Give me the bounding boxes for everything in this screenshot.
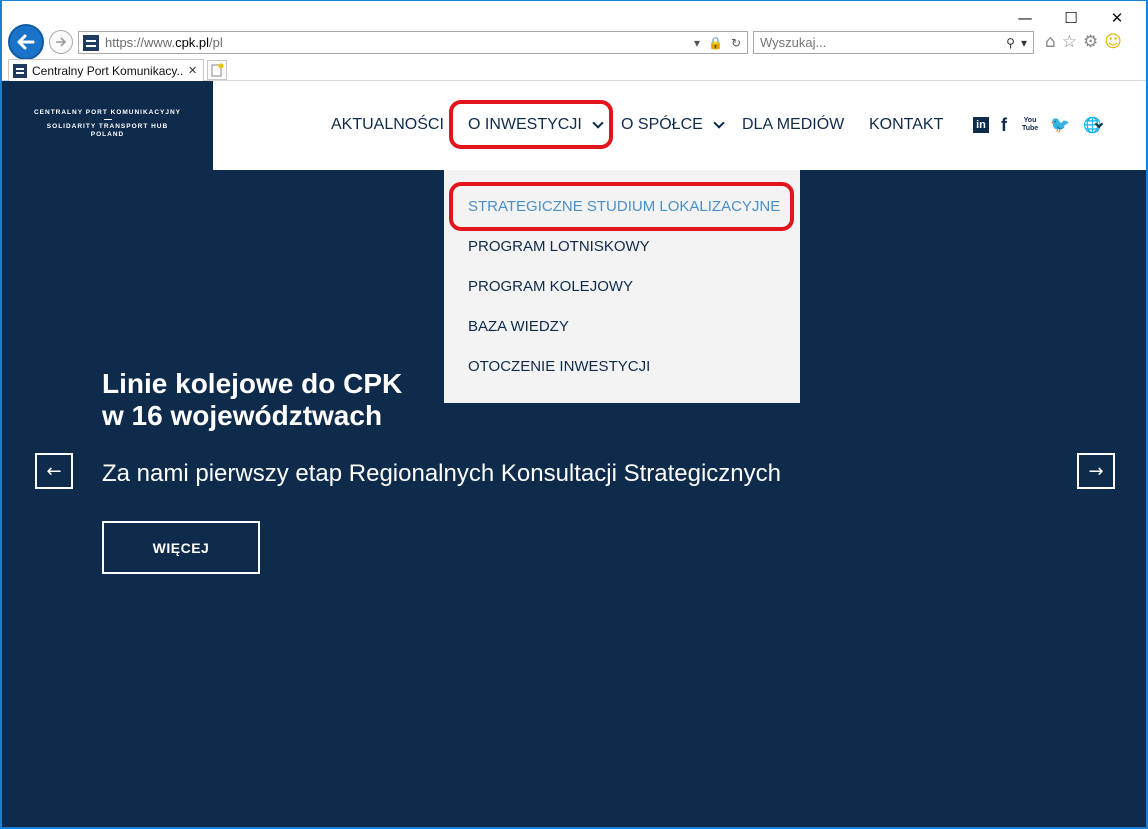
back-arrow-icon: [17, 34, 35, 50]
tab-cpk[interactable]: Centralny Port Komunikacy... ✕: [8, 59, 204, 81]
web-page: CENTRALNY PORT KOMUNIKACYJNY SOLIDARITY …: [2, 81, 1146, 827]
arrow-right-icon: →: [1088, 460, 1104, 482]
arrow-left-icon: ←: [46, 460, 62, 482]
slider-next-button[interactable]: →: [1077, 453, 1115, 489]
new-tab-button[interactable]: [207, 60, 227, 80]
forward-arrow-icon: [56, 37, 67, 47]
tab-title: Centralny Port Komunikacy...: [32, 63, 184, 78]
search-input[interactable]: [760, 35, 980, 50]
menu-contact[interactable]: KONTAKT: [869, 116, 943, 134]
site-logo[interactable]: CENTRALNY PORT KOMUNIKACYJNY SOLIDARITY …: [2, 81, 213, 170]
hero-subtitle: Za nami pierwszy etap Regionalnych Konsu…: [102, 460, 781, 487]
dropdown-arrow-icon[interactable]: ▾: [694, 36, 700, 50]
lock-icon[interactable]: 🔒: [708, 36, 723, 50]
toolbar-icons: ⌂ ☆ ⚙ ☺: [1045, 32, 1122, 52]
dropdown-item-airport-program[interactable]: PROGRAM LOTNISKOWY: [468, 238, 650, 255]
youtube-icon[interactable]: You Tube: [1022, 117, 1038, 133]
back-button[interactable]: [8, 24, 44, 60]
search-box[interactable]: ⚲ ▾: [753, 31, 1034, 54]
facebook-icon[interactable]: f: [1001, 115, 1007, 136]
site-favicon-icon: [83, 34, 99, 51]
address-url: https://www.cpk.pl/pl: [105, 35, 223, 50]
tab-favicon-icon: [13, 63, 27, 78]
highlight-menu-investment: [449, 100, 613, 149]
navigation-bar: https://www.cpk.pl/pl ▾ 🔒 ↻ ⚲ ▾ ⌂ ☆ ⚙ ☺: [2, 24, 1146, 60]
search-dropdown-icon[interactable]: ▾: [1021, 36, 1027, 50]
address-bar[interactable]: https://www.cpk.pl/pl ▾ 🔒 ↻: [78, 31, 748, 54]
dropdown-item-surroundings[interactable]: OTOCZENIE INWESTYCJI: [468, 358, 650, 375]
browser-window: — ☐ ✕ https://www.cpk.pl/pl ▾ 🔒 ↻ Wyszuk…: [0, 0, 1148, 829]
chevron-down-icon: [713, 116, 725, 129]
dropdown-item-rail-program[interactable]: PROGRAM KOLEJOWY: [468, 278, 633, 295]
menu-company[interactable]: O SPÓŁCE: [621, 116, 725, 134]
gear-icon[interactable]: ⚙: [1083, 32, 1098, 52]
forward-button[interactable]: [49, 30, 73, 54]
tab-strip: Centralny Port Komunikacy... ✕: [2, 59, 1146, 81]
new-tab-icon: [211, 63, 224, 77]
hero-title: Linie kolejowe do CPK w 16 województwach: [102, 368, 403, 431]
refresh-icon[interactable]: ↻: [731, 36, 741, 50]
highlight-location-study: [449, 182, 794, 231]
menu-media[interactable]: DLA MEDIÓW: [742, 116, 844, 134]
linkedin-icon[interactable]: in: [973, 117, 989, 133]
smiley-icon[interactable]: ☺: [1104, 32, 1122, 52]
dropdown-item-knowledge-base[interactable]: BAZA WIEDZY: [468, 318, 569, 335]
star-icon[interactable]: ☆: [1062, 32, 1077, 52]
twitter-icon[interactable]: 🐦: [1050, 115, 1070, 134]
menu-news[interactable]: AKTUALNOŚCI: [331, 116, 444, 134]
home-icon[interactable]: ⌂: [1045, 32, 1056, 52]
more-button[interactable]: WIĘCEJ: [102, 521, 260, 574]
tab-close-icon[interactable]: ✕: [188, 64, 197, 77]
slider-prev-button[interactable]: ←: [35, 453, 73, 489]
search-icon[interactable]: ⚲: [1006, 36, 1015, 50]
